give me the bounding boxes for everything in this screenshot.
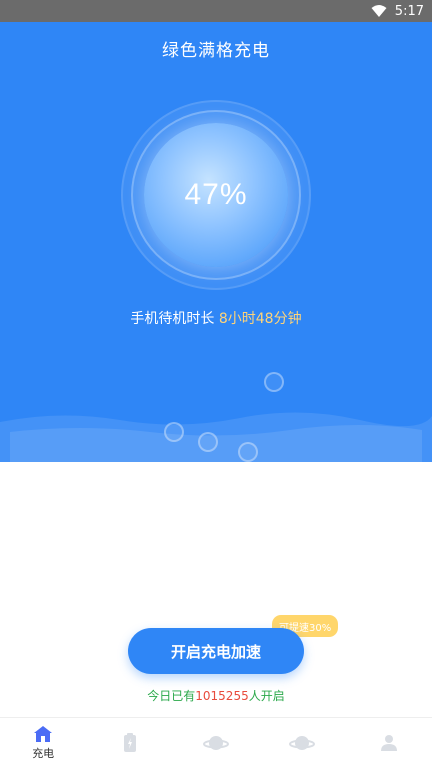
today-count: 1015255	[195, 689, 249, 703]
tab-battery[interactable]	[100, 719, 160, 767]
wifi-icon	[371, 4, 387, 18]
status-time: 5:17	[394, 3, 424, 19]
charging-hero: 绿色满格充电 47% 手机待机时长 8小时48分钟	[0, 22, 432, 462]
bottom-tabbar: 充电	[0, 717, 432, 768]
status-bar: 5:17	[0, 0, 432, 22]
tab-planet-2[interactable]	[272, 719, 332, 767]
tab-label: 充电	[32, 747, 55, 760]
standby-time: 手机待机时长 8小时48分钟	[0, 308, 432, 328]
standby-value: 8小时48分钟	[218, 311, 302, 327]
wave-decoration	[0, 412, 432, 462]
today-users-stat: 今日已有1015255人开启	[0, 687, 432, 704]
bubble-decoration	[264, 372, 284, 392]
battery-percent: 47%	[184, 178, 248, 211]
tab-planet-1[interactable]	[186, 719, 246, 767]
planet-icon	[289, 736, 316, 750]
battery-orb: 47%	[144, 123, 288, 267]
planet-icon	[202, 736, 229, 750]
start-charge-boost-button[interactable]: 开启充电加速	[128, 628, 304, 674]
battery-icon	[123, 733, 136, 752]
home-icon	[34, 726, 53, 742]
today-prefix: 今日已有	[147, 689, 196, 703]
tab-charge[interactable]: 充电	[13, 719, 73, 767]
standby-label: 手机待机时长	[130, 311, 219, 327]
tab-profile[interactable]	[359, 719, 419, 767]
page-title: 绿色满格充电	[162, 41, 270, 61]
today-suffix: 人开启	[248, 689, 285, 703]
user-icon	[380, 735, 397, 751]
